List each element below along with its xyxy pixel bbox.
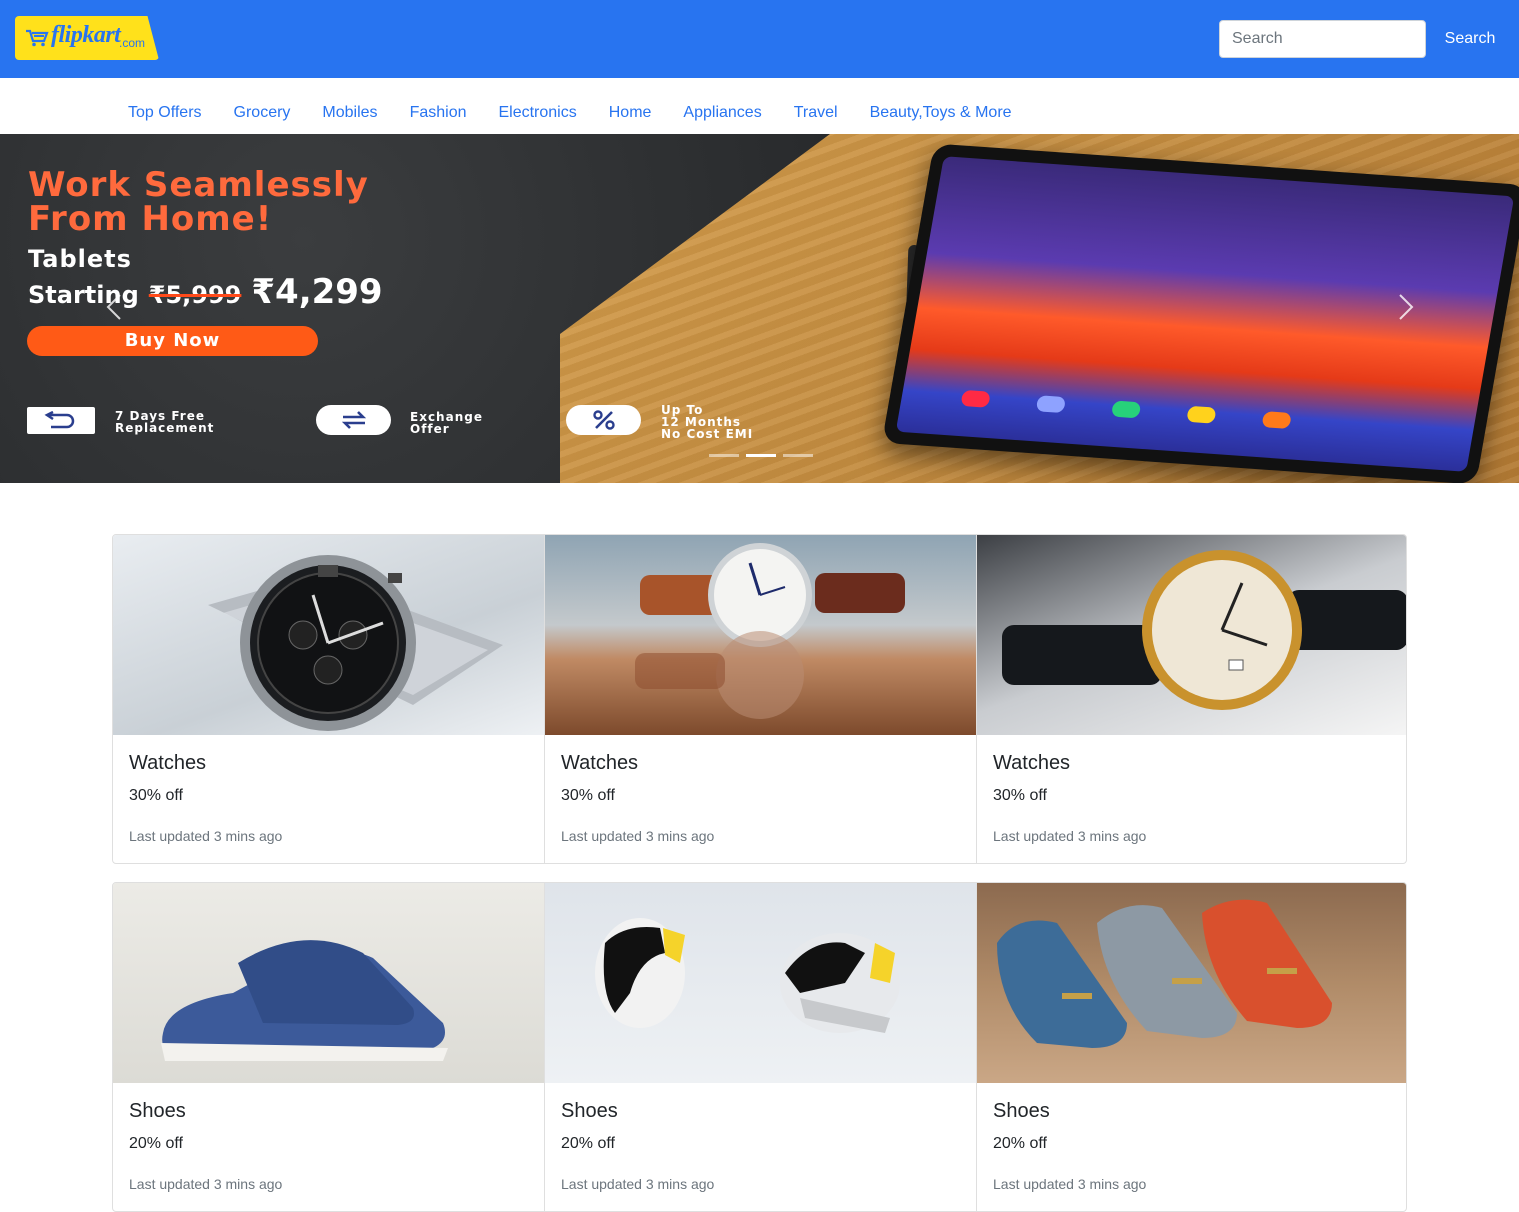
product-updated: Last updated 3 mins ago [993, 1176, 1147, 1192]
product-title: Shoes [561, 1100, 618, 1122]
product-discount: 30% off [129, 787, 183, 804]
product-title: Watches [993, 752, 1071, 774]
cart-icon [26, 29, 49, 47]
app-icon [1110, 400, 1142, 419]
shoe-icon [595, 918, 900, 1033]
return-icon [27, 407, 95, 434]
app-icon [960, 389, 991, 408]
feature-exchange: Exchange Offer [410, 411, 483, 435]
feature-replacement: 7 Days Free Replacement [115, 410, 214, 434]
product-card[interactable]: Watches 30% off Last updated 3 mins ago [977, 535, 1406, 863]
carousel-indicator-3[interactable] [783, 454, 813, 457]
product-image [113, 883, 544, 1083]
banner-product: Tablets [28, 245, 132, 273]
carousel-indicators [709, 454, 813, 457]
watch-icon [1002, 550, 1406, 710]
shoe-icon [997, 899, 1332, 1048]
category-nav: Top Offers Grocery Mobiles Fashion Elect… [0, 78, 1519, 135]
exchange-icon [316, 405, 391, 435]
nav-item-top-offers[interactable]: Top Offers [112, 104, 218, 122]
carousel-next-icon[interactable] [1396, 293, 1416, 321]
product-card[interactable]: Shoes 20% off Last updated 3 mins ago [977, 883, 1406, 1211]
buy-now-button[interactable]: Buy Now [27, 326, 318, 356]
product-updated: Last updated 3 mins ago [561, 1176, 715, 1192]
carousel-indicator-1[interactable] [709, 454, 739, 457]
product-card[interactable]: Shoes 20% off Last updated 3 mins ago [113, 883, 545, 1211]
logo-wordmark: flipkart [51, 22, 121, 48]
logo-suffix: .com [119, 36, 146, 50]
product-title: Shoes [129, 1100, 186, 1122]
watch-icon [208, 555, 503, 731]
banner-price: Starting ₹5,999 ₹4,299 [28, 272, 383, 312]
headline-line-2: From Home! [28, 199, 273, 239]
product-title: Watches [129, 752, 207, 774]
search-button[interactable]: Search [1436, 20, 1504, 58]
nav-item-electronics[interactable]: Electronics [482, 104, 592, 122]
product-image [113, 535, 544, 735]
percent-icon [566, 405, 641, 435]
nav-item-travel[interactable]: Travel [778, 104, 854, 122]
tablet-image [881, 143, 1519, 483]
banner-headline: Work Seamlessly From Home! [28, 168, 369, 236]
app-icon [1035, 395, 1067, 414]
nav-item-beauty-toys-more[interactable]: Beauty,Toys & More [854, 104, 1028, 122]
watches-card-group: Watches 30% off Last updated 3 mins ago … [112, 534, 1407, 864]
headline-line-1: Work Seamlessly [28, 165, 369, 205]
product-image [977, 535, 1406, 735]
product-card[interactable]: Watches 30% off Last updated 3 mins ago [113, 535, 545, 863]
top-navbar: flipkart .com Search [0, 0, 1519, 78]
product-updated: Last updated 3 mins ago [129, 1176, 283, 1192]
product-updated: Last updated 3 mins ago [561, 828, 715, 844]
feature-emi: Up To 12 Months No Cost EMI [661, 404, 753, 440]
product-discount: 20% off [129, 1135, 183, 1152]
tablet-app-dock [960, 389, 1292, 429]
watch-icon [635, 543, 905, 719]
nav-item-fashion[interactable]: Fashion [394, 104, 483, 122]
old-price: ₹5,999 [148, 281, 242, 309]
shoe-icon [161, 940, 448, 1061]
product-discount: 30% off [993, 787, 1047, 804]
tablet-screen [895, 156, 1515, 472]
carousel-indicator-2[interactable] [746, 454, 776, 457]
product-discount: 20% off [993, 1135, 1047, 1152]
nav-item-home[interactable]: Home [593, 104, 668, 122]
product-discount: 30% off [561, 787, 615, 804]
product-discount: 20% off [561, 1135, 615, 1152]
new-price: ₹4,299 [251, 272, 383, 312]
product-card[interactable]: Watches 30% off Last updated 3 mins ago [545, 535, 977, 863]
product-image [977, 883, 1406, 1083]
product-updated: Last updated 3 mins ago [129, 828, 283, 844]
feature-line: Offer [410, 422, 450, 436]
product-title: Shoes [993, 1100, 1050, 1122]
product-updated: Last updated 3 mins ago [993, 828, 1147, 844]
shoes-card-group: Shoes 20% off Last updated 3 mins ago Sh… [112, 882, 1407, 1212]
search-input[interactable] [1219, 20, 1426, 58]
app-icon [1186, 405, 1217, 424]
nav-item-mobiles[interactable]: Mobiles [306, 104, 393, 122]
feature-line: No Cost EMI [661, 427, 754, 441]
nav-item-appliances[interactable]: Appliances [667, 104, 777, 122]
product-image [545, 883, 976, 1083]
product-image [545, 535, 976, 735]
carousel-prev-icon[interactable] [104, 293, 124, 321]
product-title: Watches [561, 752, 639, 774]
feature-line: Replacement [115, 421, 215, 435]
flipkart-logo[interactable]: flipkart .com [15, 16, 159, 60]
product-card[interactable]: Shoes 20% off Last updated 3 mins ago [545, 883, 977, 1211]
nav-item-grocery[interactable]: Grocery [218, 104, 307, 122]
app-icon [1261, 411, 1292, 429]
